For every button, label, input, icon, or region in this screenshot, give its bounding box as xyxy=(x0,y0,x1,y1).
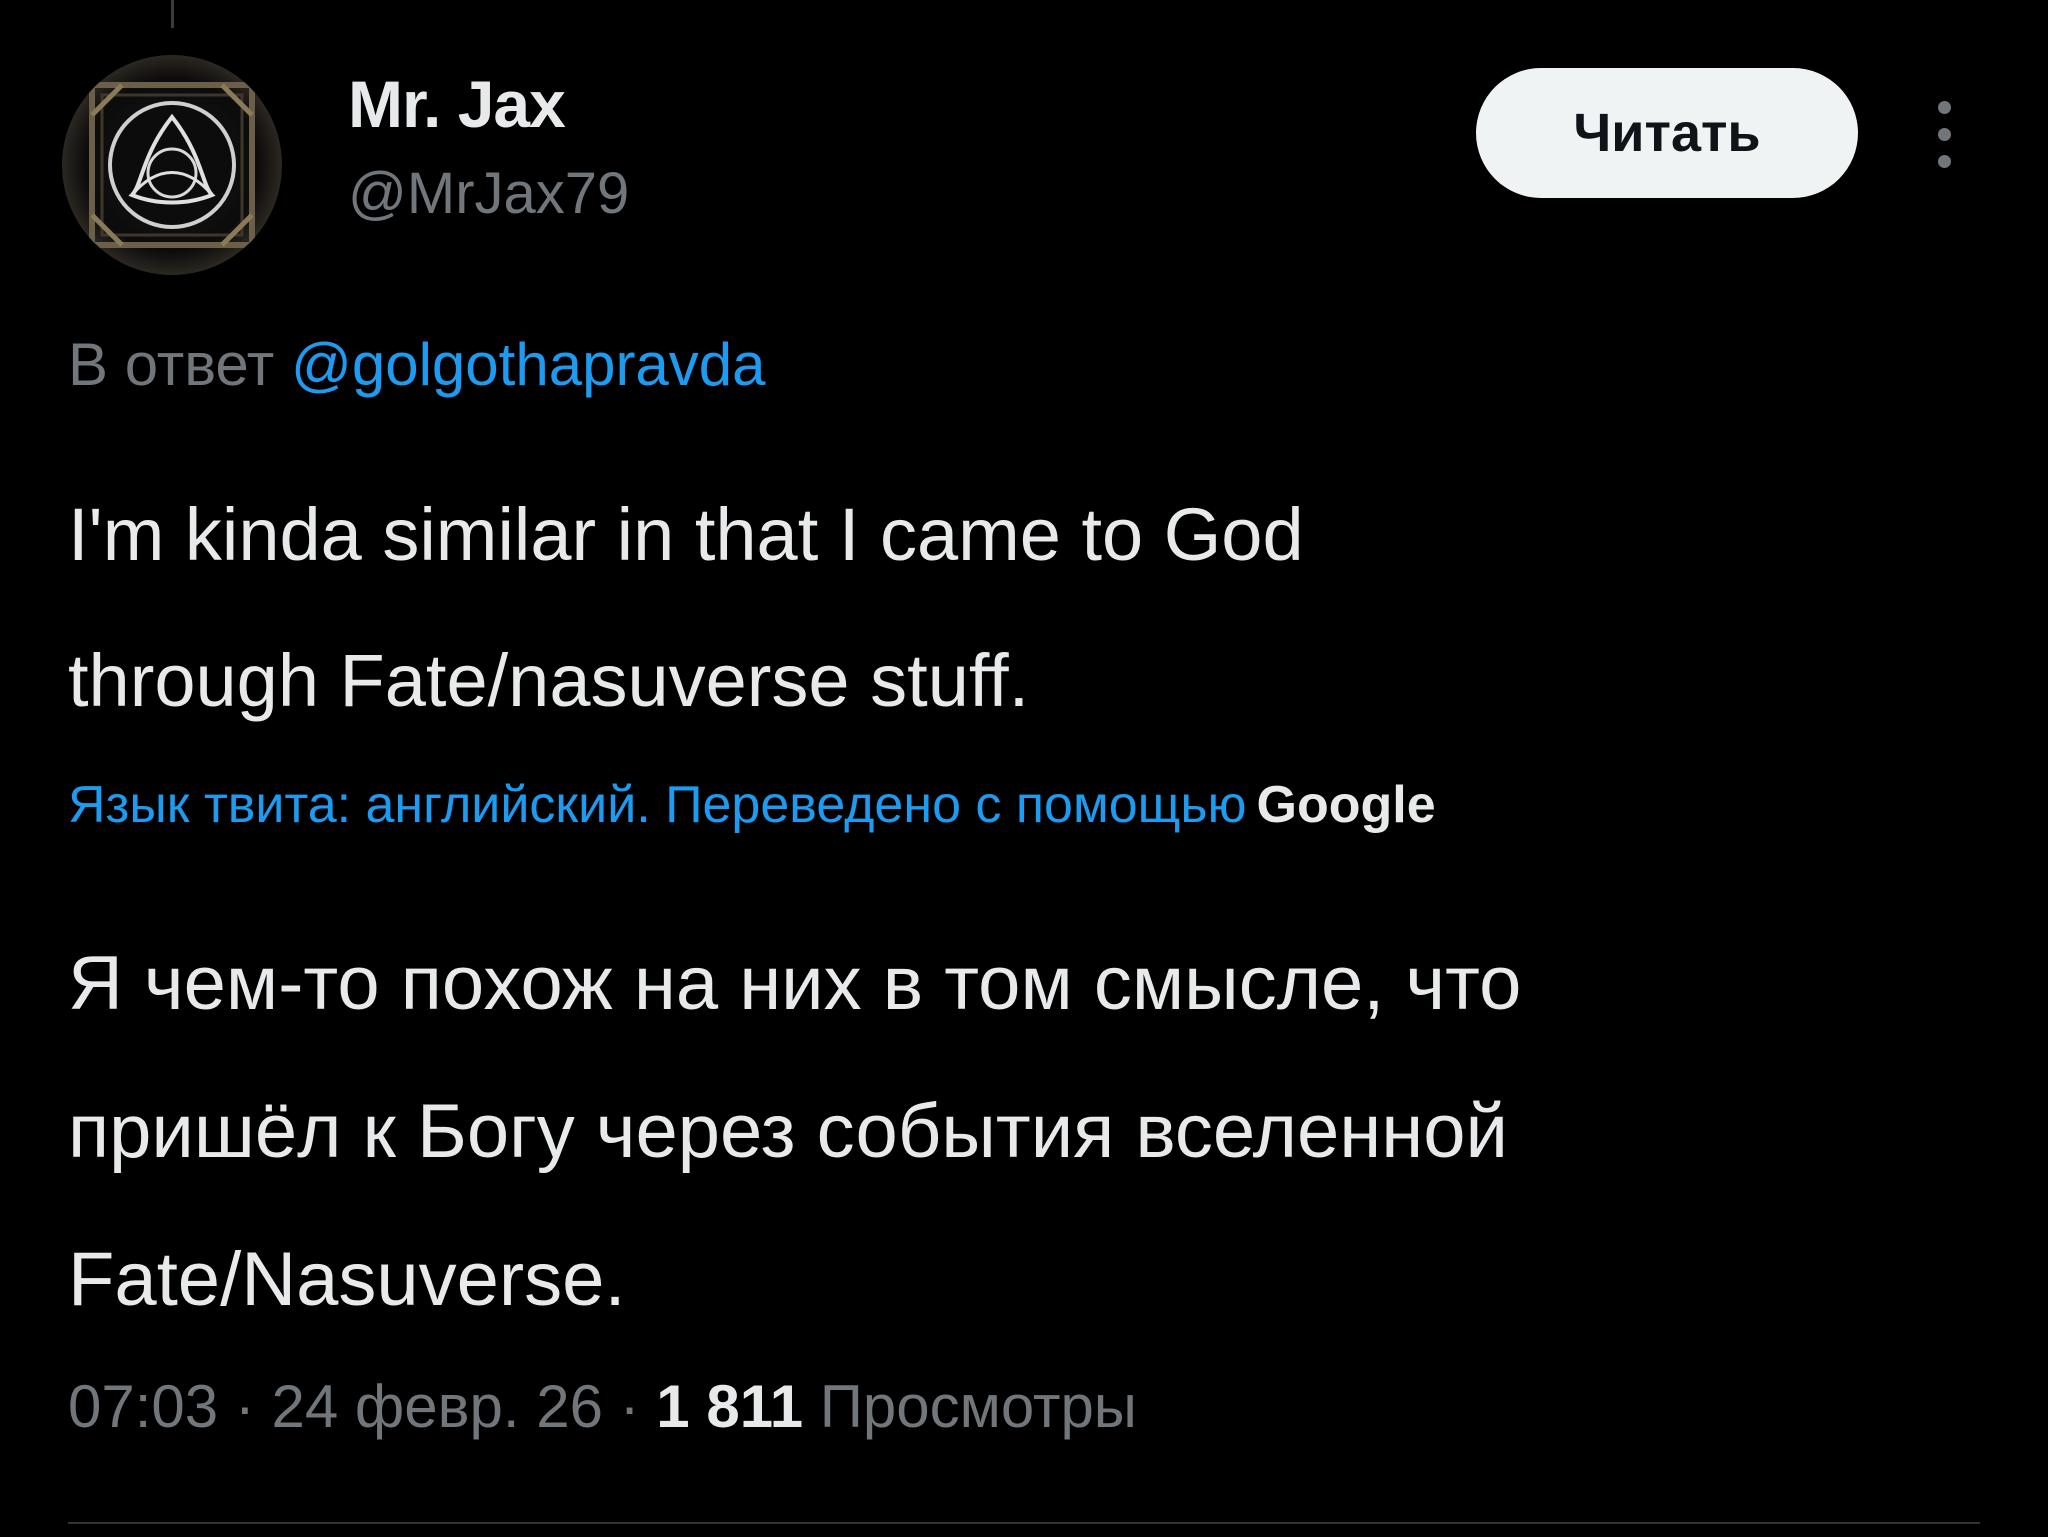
views-count[interactable]: 1 811 xyxy=(656,1373,803,1440)
tweet-text-line: through Fate/nasuverse stuff. xyxy=(68,639,1030,722)
reply-mention-link[interactable]: @golgothapravda xyxy=(291,331,766,398)
follow-button[interactable]: Читать xyxy=(1476,68,1858,198)
tweet-text: I'm kinda similar in that I came to God … xyxy=(68,462,1968,754)
meta-separator: · xyxy=(218,1373,272,1440)
translation-note[interactable]: Язык твита: английский. Переведено с пом… xyxy=(68,775,1436,835)
tweet-time[interactable]: 07:03 xyxy=(68,1373,218,1440)
tweet-date[interactable]: 24 февр. 26 xyxy=(271,1373,602,1440)
triquetra-emblem-icon xyxy=(89,82,255,248)
divider xyxy=(68,1522,1980,1524)
author-display-name[interactable]: Mr. Jax xyxy=(348,66,566,142)
meta-separator: · xyxy=(602,1373,657,1440)
tweet-text-line: I'm kinda similar in that I came to God xyxy=(68,493,1304,576)
translation-note-text[interactable]: Язык твита: английский. Переведено с пом… xyxy=(68,776,1247,834)
thread-connector-line xyxy=(171,0,174,28)
author-handle[interactable]: @MrJax79 xyxy=(348,160,629,227)
reply-context: В ответ @golgothapravda xyxy=(68,330,766,399)
translated-text: Я чем-то похож на них в том смысле, что … xyxy=(68,910,1988,1354)
avatar[interactable] xyxy=(62,55,282,275)
translated-text-line: Fate/Nasuverse. xyxy=(68,1237,626,1322)
tweet-meta: 07:03 · 24 февр. 26 · 1 811 Просмотры xyxy=(68,1372,1137,1441)
views-label[interactable]: Просмотры xyxy=(820,1373,1137,1440)
translated-text-line: пришёл к Богу через события вселенной xyxy=(68,1089,1508,1174)
more-vertical-icon[interactable] xyxy=(1930,95,1960,175)
google-logo: Google xyxy=(1256,776,1436,834)
reply-prefix: В ответ xyxy=(68,331,275,398)
translated-text-line: Я чем-то похож на них в том смысле, что xyxy=(68,941,1522,1026)
